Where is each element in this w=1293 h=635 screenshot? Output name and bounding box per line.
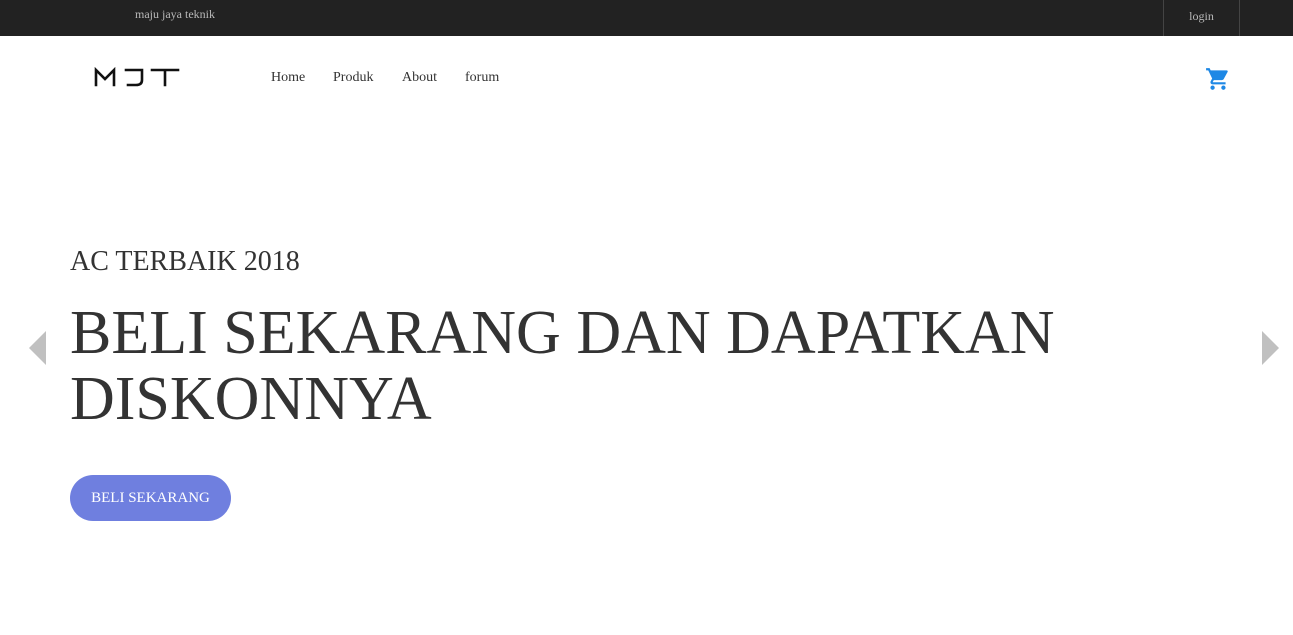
chevron-right-icon[interactable] [1261, 331, 1279, 365]
main-navbar [0, 36, 1293, 120]
nav-link-about[interactable]: About [402, 70, 437, 86]
nav-link-forum[interactable]: forum [465, 70, 499, 86]
nav-link-produk[interactable]: Produk [333, 70, 373, 86]
buy-now-button[interactable]: BELI SEKARANG [70, 475, 231, 521]
hero-title: BELI SEKARANG DAN DAPATKAN DISKONNYA [70, 299, 1055, 433]
chevron-left-icon[interactable] [29, 331, 47, 365]
login-link[interactable]: login [1163, 0, 1240, 36]
nav-link-home[interactable]: Home [271, 70, 305, 86]
hero-subtitle: AC TERBAIK 2018 [70, 246, 300, 277]
site-name: maju jaya teknik [135, 7, 215, 21]
cart-icon[interactable] [1205, 66, 1231, 92]
logo[interactable] [94, 66, 180, 88]
top-bar: maju jaya teknik login [0, 0, 1293, 36]
